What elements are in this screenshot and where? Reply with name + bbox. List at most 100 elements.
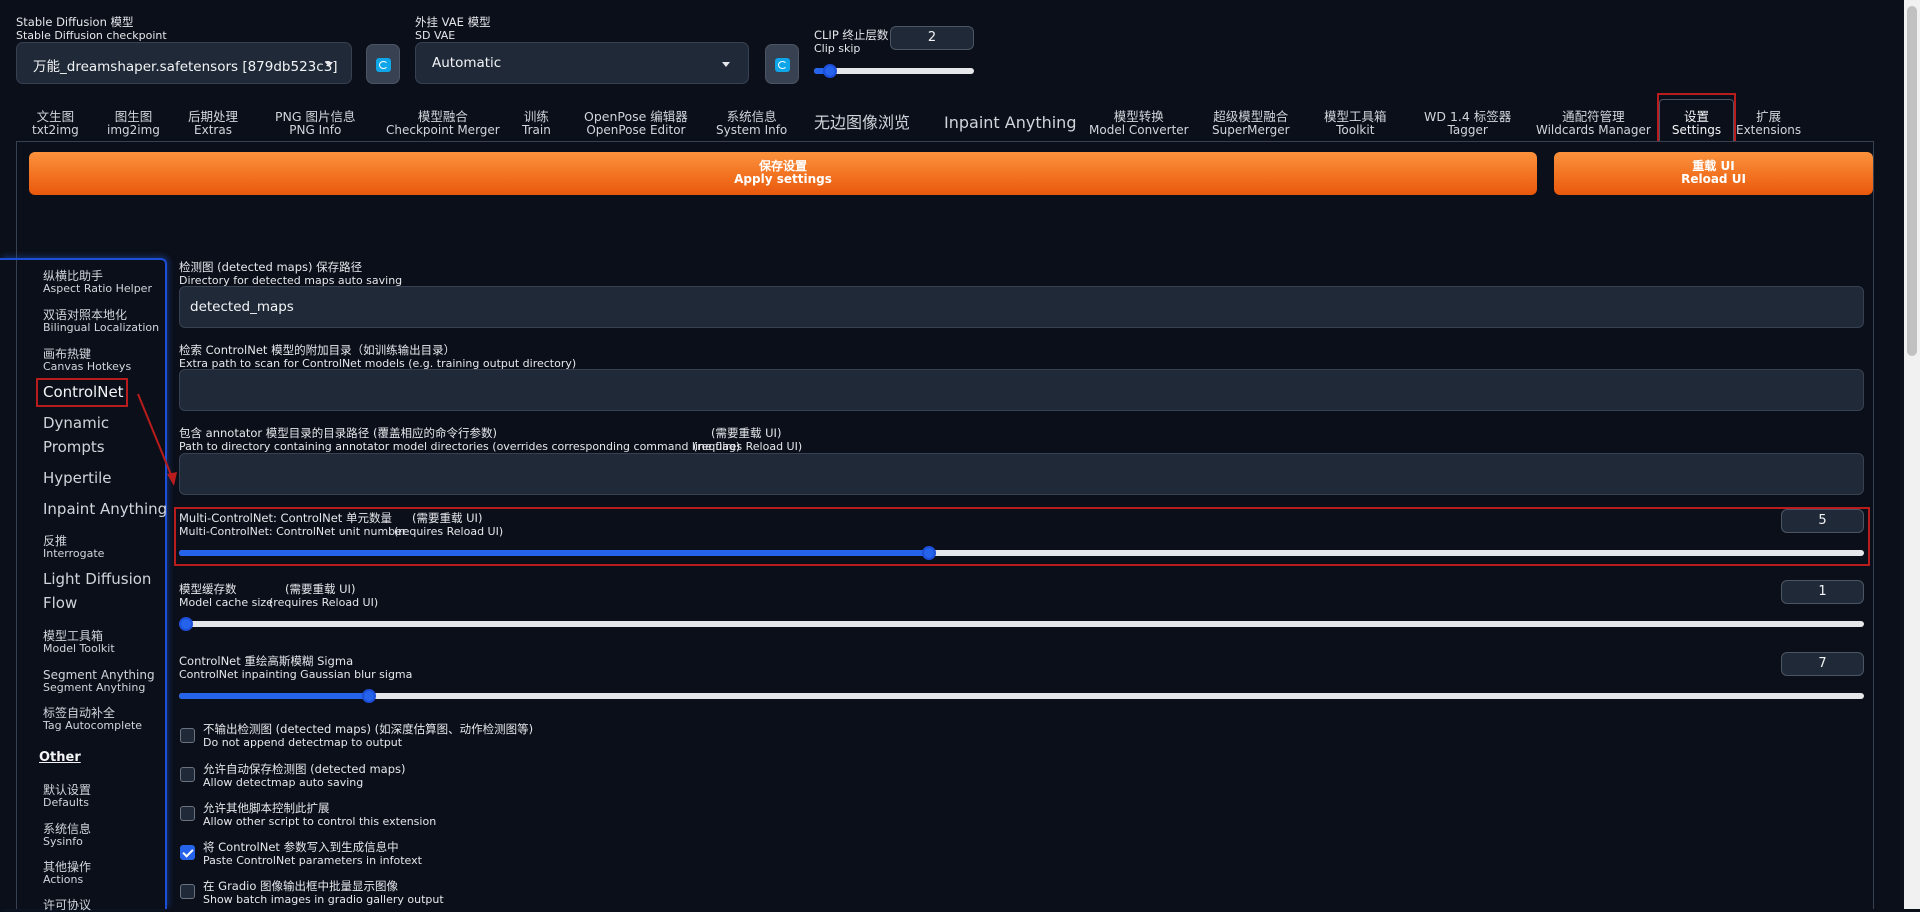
reload-ui-button[interactable]: 重载 UI Reload UI [1554, 152, 1873, 195]
unit-number-thumb[interactable] [921, 546, 936, 560]
detected-dir-input[interactable]: detected_maps [179, 286, 1864, 328]
checkbox-detectmap-autosave[interactable] [180, 767, 195, 782]
sidebar-item-canvas-hotkeys[interactable]: 画布热键 Canvas Hotkeys [43, 348, 131, 373]
sidebar-item-actions[interactable]: 其他操作 Actions [43, 861, 91, 886]
refresh-icon [775, 58, 790, 72]
checkpoint-select[interactable]: 万能_dreamshaper.safetensors [879db523c3] [16, 42, 352, 84]
annotator-input[interactable] [179, 453, 1864, 495]
tab-wildcards-manager[interactable]: 通配符管理 Wildcards Manager [1536, 110, 1651, 137]
sidebar-item-sysinfo[interactable]: 系统信息 Sysinfo [43, 823, 91, 848]
sidebar-item-prompts[interactable]: Prompts [43, 435, 105, 459]
clip-skip-slider[interactable] [814, 64, 974, 78]
sidebar-item-interrogate[interactable]: 反推 Interrogate [43, 535, 104, 560]
tab-infinite-image-browsing[interactable]: 无边图像浏览 [814, 110, 910, 133]
batch-gallery-label-en: Show batch images in gradio gallery outp… [203, 893, 444, 906]
clip-skip-label-en: Clip skip [814, 42, 861, 55]
sidebar-item-tag-autocomplete[interactable]: 标签自动补全 Tag Autocomplete [43, 707, 142, 732]
checkbox-no-detectmap[interactable] [180, 728, 195, 743]
sigma-fill [179, 693, 370, 699]
sigma-label-en: ControlNet inpainting Gaussian blur sigm… [179, 668, 413, 681]
sidebar-item-aspect-ratio[interactable]: 纵横比助手 Aspect Ratio Helper [43, 270, 152, 295]
page-scrollbar-thumb[interactable] [1907, 6, 1917, 356]
tab-checkpoint-merger[interactable]: 模型融合 Checkpoint Merger [386, 110, 500, 137]
sidebar-item-defaults[interactable]: 默认设置 Defaults [43, 784, 91, 809]
extra-path-label: 检索 ControlNet 模型的附加目录（如训练输出目录） [179, 343, 456, 357]
unit-number-req-label-en: (requires Reload UI) [394, 525, 504, 538]
sidebar-item-flow[interactable]: Flow [43, 591, 77, 615]
vae-label: 外挂 VAE 模型 [415, 15, 491, 29]
tab-extensions[interactable]: 扩展 Extensions [1736, 110, 1801, 137]
clip-skip-label: CLIP 终止层数 [814, 28, 889, 42]
tab-extras[interactable]: 后期处理 Extras [188, 110, 238, 137]
tab-png-info[interactable]: PNG 图片信息 PNG Info [275, 110, 356, 137]
cache-size-req-label: (需要重载 UI) [285, 582, 356, 596]
sigma-input[interactable]: 7 [1781, 652, 1864, 676]
annotator-label: 包含 annotator 模型目录的目录路径 (覆盖相应的命令行参数) [179, 426, 497, 440]
sidebar-item-bilingual[interactable]: 双语对照本地化 Bilingual Localization [43, 309, 159, 334]
detected-dir-label: 检测图 (detected maps) 保存路径 [179, 260, 363, 274]
tab-tagger[interactable]: WD 1.4 标签器 Tagger [1424, 110, 1511, 137]
checkbox-batch-gallery[interactable] [180, 884, 195, 899]
tab-toolkit[interactable]: 模型工具箱 Toolkit [1324, 110, 1387, 137]
refresh-vae-button[interactable] [765, 44, 799, 84]
sidebar-item-licenses[interactable]: 许可协议 [43, 899, 91, 912]
paste-infotext-label-en: Paste ControlNet parameters in infotext [203, 854, 422, 867]
annotation-arrow [137, 393, 177, 486]
sidebar-section-other[interactable]: Other [39, 750, 81, 765]
sigma-slider[interactable] [179, 689, 1864, 703]
refresh-checkpoint-button[interactable] [366, 44, 400, 84]
other-script-control-label: 允许其他脚本控制此扩展 [203, 801, 330, 815]
cache-size-thumb[interactable] [179, 617, 193, 631]
unit-number-req-label: (需要重载 UI) [412, 511, 483, 525]
checkpoint-value: 万能_dreamshaper.safetensors [879db523c3] [33, 59, 338, 75]
sigma-label: ControlNet 重绘高斯模糊 Sigma [179, 654, 354, 668]
annotator-req-label-en: (requires Reload UI) [693, 440, 803, 453]
checkbox-other-script-control[interactable] [180, 806, 195, 821]
paste-infotext-label: 将 ControlNet 参数写入到生成信息中 [203, 840, 399, 854]
annotator-label-en: Path to directory containing annotator m… [179, 440, 741, 453]
tab-txt2img[interactable]: 文生图 txt2img [32, 110, 79, 137]
tab-system-info[interactable]: 系统信息 System Info [716, 110, 787, 137]
sidebar-item-inpaint-anything[interactable]: Inpaint Anything [43, 497, 167, 521]
unit-number-input[interactable]: 5 [1781, 509, 1864, 533]
vae-label-en: SD VAE [415, 29, 456, 42]
checkbox-paste-infotext[interactable] [180, 845, 195, 860]
controlnet-highlight [36, 378, 128, 407]
extra-path-input[interactable] [179, 369, 1864, 411]
cache-size-slider[interactable] [179, 617, 1864, 631]
tab-img2img[interactable]: 图生图 img2img [107, 110, 160, 137]
unit-number-slider[interactable] [179, 546, 1864, 560]
annotator-req-label: (需要重载 UI) [711, 426, 782, 440]
unit-number-label: Multi-ControlNet: ControlNet 单元数量 [179, 511, 392, 525]
tab-inpaint-anything[interactable]: Inpaint Anything [944, 110, 1076, 133]
apply-settings-button[interactable]: 保存设置 Apply settings [29, 152, 1537, 195]
unit-number-fill [179, 550, 929, 556]
vae-select[interactable]: Automatic [415, 42, 749, 84]
detectmap-autosave-label: 允许自动保存检测图 (detected maps) [203, 762, 406, 776]
detectmap-autosave-label-en: Allow detectmap auto saving [203, 776, 364, 789]
sidebar-item-light-diffusion[interactable]: Light Diffusion [43, 567, 151, 591]
sidebar-item-hypertile[interactable]: Hypertile [43, 466, 112, 490]
sidebar-item-model-toolkit[interactable]: 模型工具箱 Model Toolkit [43, 630, 115, 655]
sidebar-item-dynamic[interactable]: Dynamic [43, 411, 109, 435]
no-detectmap-label-en: Do not append detectmap to output [203, 736, 403, 749]
chevron-down-icon [325, 62, 333, 67]
checkpoint-label-en: Stable Diffusion checkpoint [16, 29, 167, 42]
cache-size-label-en: Model cache size [179, 596, 273, 609]
clip-skip-thumb[interactable] [823, 64, 837, 78]
cache-size-input[interactable]: 1 [1781, 580, 1864, 604]
unit-number-label-en: Multi-ControlNet: ControlNet unit number [179, 525, 407, 538]
vae-value: Automatic [432, 55, 502, 71]
tab-supermerger[interactable]: 超级模型融合 SuperMerger [1212, 110, 1290, 137]
refresh-icon [376, 58, 391, 72]
batch-gallery-label: 在 Gradio 图像输出框中批量显示图像 [203, 879, 399, 893]
page-scrollbar[interactable] [1904, 0, 1920, 909]
tab-model-converter[interactable]: 模型转换 Model Converter [1089, 110, 1189, 137]
tab-openpose-editor[interactable]: OpenPose 编辑器 OpenPose Editor [584, 110, 688, 137]
sidebar-item-segment-anything[interactable]: Segment Anything Segment Anything [43, 669, 155, 694]
cache-size-label: 模型缓存数 [179, 582, 237, 596]
no-detectmap-label: 不输出检测图 (detected maps) (如深度估算图、动作检测图等) [203, 722, 534, 736]
clip-skip-input[interactable]: 2 [890, 26, 974, 50]
tab-train[interactable]: 训练 Train [522, 110, 551, 137]
cache-size-req-label-en: (requires Reload UI) [269, 596, 379, 609]
